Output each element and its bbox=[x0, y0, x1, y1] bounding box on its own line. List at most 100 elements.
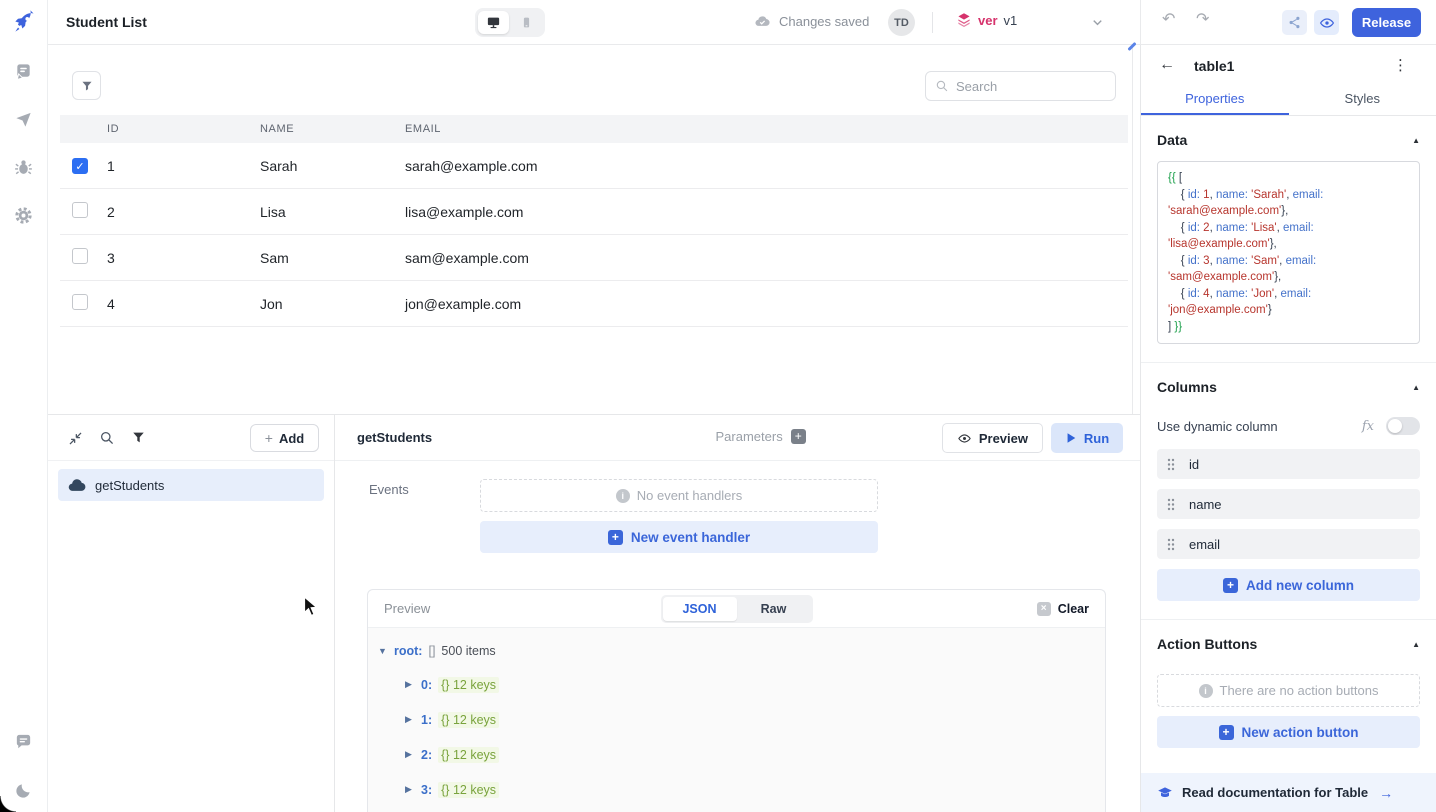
device-preview-toggle bbox=[475, 8, 545, 37]
row-checkbox[interactable]: ✓ bbox=[72, 158, 88, 174]
row-checkbox[interactable] bbox=[72, 248, 88, 264]
add-query-label: Add bbox=[279, 431, 304, 446]
column-list: id name email bbox=[1157, 449, 1420, 559]
query-title[interactable]: getStudents bbox=[357, 430, 432, 445]
query-editor-body: Events i No event handlers + New event h… bbox=[335, 461, 1140, 812]
add-new-column-button[interactable]: + Add new column bbox=[1157, 569, 1420, 601]
new-action-button[interactable]: + New action button bbox=[1157, 716, 1420, 748]
data-code[interactable]: {{ [ { id: 1, name: 'Sarah', email: 'sar… bbox=[1157, 161, 1420, 344]
editor-pages-icon[interactable] bbox=[14, 61, 34, 81]
tab-properties[interactable]: Properties bbox=[1141, 89, 1289, 115]
add-parameter-icon[interactable]: + bbox=[791, 429, 806, 444]
share-icon[interactable] bbox=[1282, 10, 1307, 35]
collapse-section-icon[interactable]: ▲ bbox=[1412, 640, 1420, 649]
table-row[interactable]: 3Samsam@example.com bbox=[60, 235, 1128, 281]
tab-json[interactable]: JSON bbox=[663, 597, 737, 621]
debug-bug-icon[interactable] bbox=[14, 157, 34, 177]
preview-eye-icon[interactable] bbox=[1314, 10, 1339, 35]
chevron-down-icon[interactable] bbox=[1090, 15, 1105, 33]
undo-icon[interactable]: ↶ bbox=[1162, 12, 1175, 28]
version-selector[interactable]: ver v1 bbox=[956, 12, 1017, 28]
expand-node-icon[interactable]: ▶ bbox=[405, 784, 415, 795]
redo-icon[interactable]: ↷ bbox=[1196, 12, 1209, 28]
fx-binding-icon[interactable]: fx bbox=[1362, 419, 1374, 434]
widget-name[interactable]: table1 bbox=[1194, 58, 1234, 74]
search-queries-icon[interactable] bbox=[99, 430, 116, 447]
new-event-handler-button[interactable]: + New event handler bbox=[480, 521, 878, 553]
tree-item[interactable]: ▶3:{} 12 keys bbox=[405, 779, 1105, 800]
code-line: {{ [ bbox=[1168, 170, 1409, 187]
query-preview-button[interactable]: Preview bbox=[942, 423, 1043, 453]
collapse-section-icon[interactable]: ▲ bbox=[1412, 136, 1420, 145]
column-header-email[interactable]: EMAIL bbox=[405, 123, 441, 135]
table-row[interactable]: 4Jonjon@example.com bbox=[60, 281, 1128, 327]
column-name: id bbox=[1189, 457, 1199, 472]
expand-node-icon[interactable]: ▶ bbox=[405, 679, 415, 690]
cell-name: Jon bbox=[260, 296, 283, 312]
user-avatar[interactable]: TD bbox=[888, 9, 915, 36]
collapse-node-icon[interactable]: ▼ bbox=[378, 646, 388, 656]
expand-node-icon[interactable]: ▶ bbox=[405, 714, 415, 725]
arrow-right-icon: → bbox=[1379, 785, 1393, 801]
dynamic-column-toggle[interactable] bbox=[1386, 417, 1420, 435]
app-logo-rocket-icon[interactable] bbox=[10, 9, 38, 37]
action-buttons-section: Action Buttons ▲ i There are no action b… bbox=[1141, 620, 1436, 766]
chat-feedback-icon[interactable] bbox=[14, 732, 34, 752]
columns-section: Columns ▲ Use dynamic column fx idnameem… bbox=[1141, 363, 1436, 620]
query-list-pane: + Add getStudents bbox=[48, 415, 335, 812]
desktop-view-button[interactable] bbox=[478, 11, 509, 34]
tab-raw[interactable]: Raw bbox=[737, 597, 811, 621]
drag-handle-icon[interactable] bbox=[1167, 458, 1175, 471]
column-item[interactable]: email bbox=[1157, 529, 1420, 559]
back-arrow-icon[interactable]: ← bbox=[1159, 56, 1175, 74]
columns-section-title: Columns bbox=[1157, 379, 1217, 395]
query-run-button[interactable]: Run bbox=[1051, 423, 1123, 453]
canvas[interactable]: ID NAME EMAIL ✓1Sarahsarah@example.com2L… bbox=[48, 45, 1133, 414]
eye-icon bbox=[957, 431, 972, 446]
tree-item[interactable]: ▶0:{} 12 keys bbox=[405, 674, 1105, 695]
send-cursor-icon[interactable] bbox=[14, 109, 34, 129]
icon-sidebar bbox=[0, 0, 48, 812]
tree-item[interactable]: ▶2:{} 12 keys bbox=[405, 744, 1105, 765]
table-body: ✓1Sarahsarah@example.com2Lisalisa@exampl… bbox=[60, 143, 1128, 327]
no-event-handlers-text: No event handlers bbox=[637, 488, 743, 503]
tree-item[interactable]: ▶1:{} 12 keys bbox=[405, 709, 1105, 730]
actions-section-title: Action Buttons bbox=[1157, 636, 1257, 652]
dark-mode-moon-icon[interactable] bbox=[14, 780, 34, 800]
drag-handle-icon[interactable] bbox=[1167, 498, 1175, 511]
expand-node-icon[interactable]: ▶ bbox=[405, 749, 415, 760]
tab-styles[interactable]: Styles bbox=[1289, 89, 1436, 115]
row-checkbox[interactable] bbox=[72, 294, 88, 310]
cell-name: Sam bbox=[260, 250, 289, 266]
mobile-view-button[interactable] bbox=[511, 11, 542, 34]
add-query-button[interactable]: + Add bbox=[250, 424, 319, 452]
code-line: { id: 4, name: 'Jon', email: 'jon@exampl… bbox=[1168, 286, 1409, 319]
column-header-name[interactable]: NAME bbox=[260, 123, 294, 135]
tree-root[interactable]: ▼ root: [] 500 items bbox=[378, 640, 1105, 661]
read-documentation-link[interactable]: Read documentation for Table → bbox=[1141, 773, 1436, 812]
release-button[interactable]: Release bbox=[1352, 8, 1421, 37]
row-checkbox[interactable] bbox=[72, 202, 88, 218]
column-item[interactable]: name bbox=[1157, 489, 1420, 519]
filter-queries-icon[interactable] bbox=[131, 430, 148, 447]
table-filter-button[interactable] bbox=[72, 71, 101, 100]
version-prefix: ver bbox=[978, 13, 998, 28]
checkbox-cell: ✓ bbox=[60, 157, 107, 175]
column-item[interactable]: id bbox=[1157, 449, 1420, 479]
collapse-panel-icon[interactable] bbox=[67, 430, 84, 447]
table-row[interactable]: ✓1Sarahsarah@example.com bbox=[60, 143, 1128, 189]
data-section: Data ▲ {{ [ { id: 1, name: 'Sarah', emai… bbox=[1141, 116, 1436, 363]
table-row[interactable]: 2Lisalisa@example.com bbox=[60, 189, 1128, 235]
code-line: { id: 1, name: 'Sarah', email: 'sarah@ex… bbox=[1168, 187, 1409, 220]
query-list-item-getstudents[interactable]: getStudents bbox=[58, 469, 324, 501]
settings-gear-icon[interactable] bbox=[14, 205, 34, 225]
drag-handle-icon[interactable] bbox=[1167, 538, 1175, 551]
topbar-divider bbox=[932, 12, 933, 33]
collapse-section-icon[interactable]: ▲ bbox=[1412, 383, 1420, 392]
new-action-button-label: New action button bbox=[1242, 725, 1359, 740]
query-editor: getStudents Parameters + Preview Run bbox=[335, 415, 1140, 812]
clear-response-button[interactable]: × Clear bbox=[1037, 602, 1089, 616]
kebab-menu-icon[interactable]: ⋮ bbox=[1393, 56, 1408, 74]
search-input[interactable] bbox=[956, 79, 1106, 94]
column-header-id[interactable]: ID bbox=[107, 123, 119, 135]
